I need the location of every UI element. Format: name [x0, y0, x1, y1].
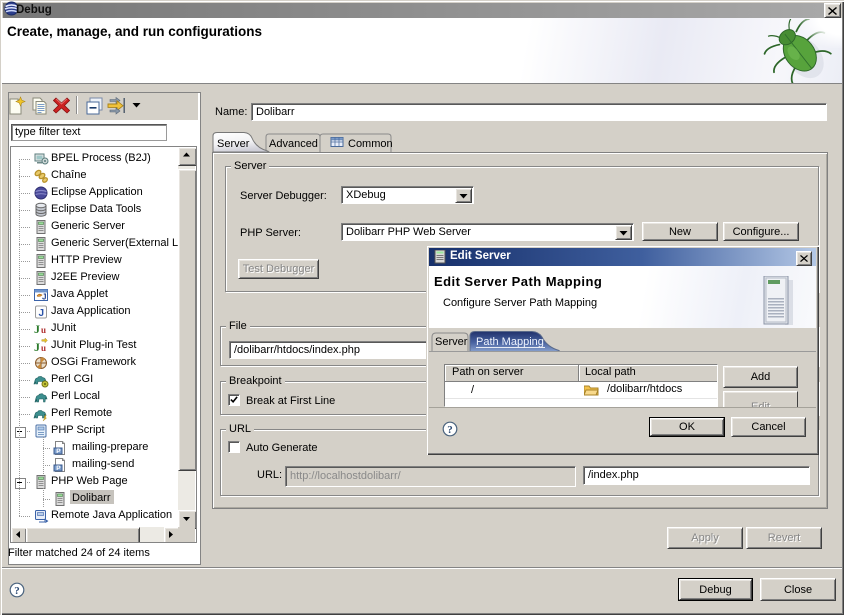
svg-text:?: ? [14, 585, 20, 597]
svg-text:u: u [41, 325, 46, 335]
svg-text:P: P [56, 448, 61, 455]
svg-text:u: u [41, 343, 46, 353]
svg-text:J: J [34, 322, 40, 336]
svg-text:?: ? [447, 424, 453, 436]
svg-text:Path Mapping: Path Mapping [476, 336, 544, 348]
svg-text:Common: Common [348, 138, 393, 150]
svg-text:J: J [39, 308, 45, 319]
svg-text:Advanced: Advanced [269, 138, 318, 150]
svg-text:Server: Server [217, 138, 250, 150]
svg-text:P: P [56, 465, 61, 472]
svg-text:Server: Server [435, 336, 468, 348]
svg-text:J: J [42, 293, 46, 302]
svg-text:J: J [34, 340, 40, 354]
